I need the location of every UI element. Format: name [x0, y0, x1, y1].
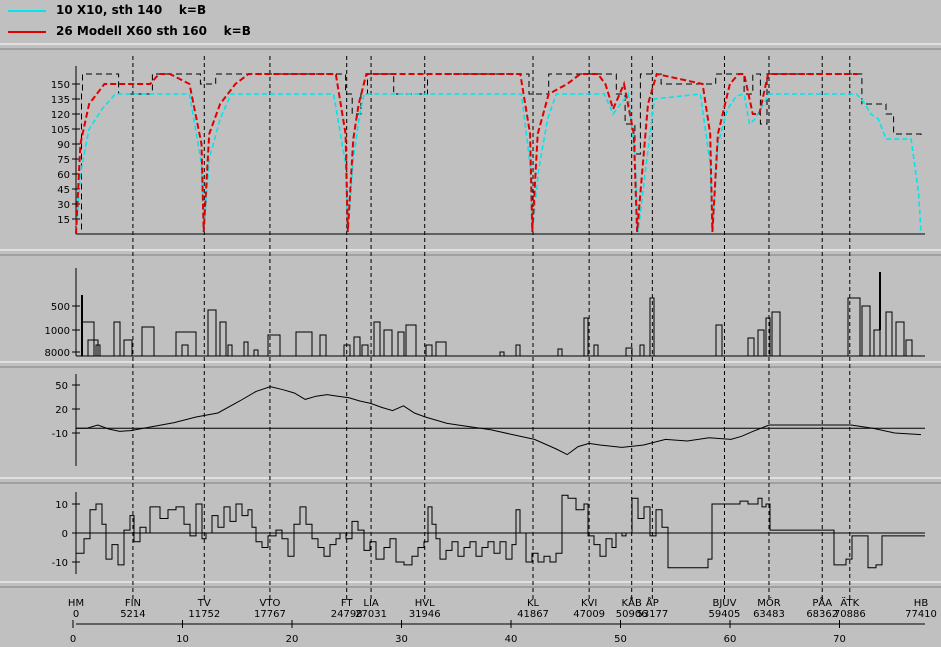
- station-km-LIA: 27031: [355, 609, 387, 620]
- station-km-BJUV: 59405: [709, 609, 741, 620]
- radius-bar: [181, 344, 189, 357]
- station-code-KL: KL: [527, 598, 540, 609]
- radius-bar: [847, 297, 861, 357]
- radius-bar: [361, 344, 369, 357]
- radius-bar: [207, 309, 217, 357]
- station-code-KÅB: KÅB: [622, 596, 642, 609]
- speed-y-tick-label: 75: [57, 155, 70, 166]
- km-tick-label: 60: [724, 634, 737, 645]
- radius-bar: [227, 344, 233, 357]
- altitude-y-tick-label: 50: [55, 381, 68, 392]
- radius-bar: [771, 311, 781, 357]
- gradient-y-tick-label: 10: [55, 500, 68, 511]
- radius-bar: [499, 351, 505, 357]
- radius-bar: [123, 339, 133, 357]
- radius-bar: [715, 324, 723, 357]
- station-code-LIA: LIA: [363, 598, 379, 609]
- station-km-FIN: 5214: [120, 609, 145, 620]
- speed-y-tick-label: 15: [57, 215, 70, 226]
- station-km-VTO: 17767: [254, 609, 286, 620]
- station-km-MÖR: 63483: [753, 609, 785, 620]
- station-code-KVI: KVI: [581, 598, 597, 609]
- radius-bar: [557, 348, 563, 357]
- radius-bar: [747, 337, 755, 357]
- station-code-HB: HB: [914, 598, 929, 609]
- km-tick-label: 50: [614, 634, 627, 645]
- speed-y-tick-label: 135: [51, 95, 70, 106]
- station-km-HVL: 31946: [409, 609, 441, 620]
- train-run-chart: 153045607590105120135150500100080005020-…: [0, 43, 941, 645]
- station-km-HB: 77410: [905, 609, 937, 620]
- radius-bar: [373, 321, 381, 357]
- radius-bar: [175, 331, 197, 357]
- station-code-TV: TV: [197, 598, 211, 609]
- station-code-ÅP: ÅP: [646, 596, 659, 609]
- speed-y-tick-label: 60: [57, 170, 70, 181]
- radius-y-tick-label: 500: [51, 302, 70, 313]
- gradient-profile-line: [75, 494, 925, 569]
- km-tick-label: 20: [286, 634, 299, 645]
- station-code-HM: HM: [68, 598, 84, 609]
- altitude-profile-line: [76, 386, 922, 456]
- station-km-ÄTK: 70886: [834, 609, 866, 620]
- radius-bar: [435, 341, 447, 357]
- radius-bar: [383, 329, 393, 357]
- radius-bar: [639, 344, 645, 357]
- radius-bar: [113, 321, 121, 357]
- speed-y-tick-label: 30: [57, 200, 70, 211]
- radius-bar: [253, 349, 259, 357]
- km-tick-label: 10: [176, 634, 189, 645]
- radius-bar: [405, 324, 417, 357]
- speed-series-x60: [75, 72, 858, 235]
- station-code-FT: FT: [341, 598, 354, 609]
- radius-y-tick-label: 1000: [45, 326, 70, 337]
- radius-bar: [885, 311, 893, 357]
- radius-bar: [583, 317, 589, 357]
- radius-bar: [141, 326, 155, 357]
- speed-y-tick-label: 120: [51, 110, 70, 121]
- km-tick-label: 0: [70, 634, 76, 645]
- radius-bar: [757, 329, 765, 357]
- station-code-FIN: FIN: [125, 598, 141, 609]
- station-code-PÅA: PÅA: [812, 596, 832, 609]
- station-km-KL: 41867: [517, 609, 549, 620]
- speed-y-tick-label: 105: [51, 125, 70, 136]
- radius-bar: [219, 321, 227, 357]
- speed-y-tick-label: 90: [57, 140, 70, 151]
- radius-bar: [243, 341, 249, 357]
- radius-bar: [625, 347, 633, 357]
- radius-bar: [515, 344, 521, 357]
- radius-bar: [425, 344, 433, 357]
- radius-bar: [319, 334, 327, 357]
- station-km-KVI: 47009: [573, 609, 605, 620]
- station-km-TV: 11752: [188, 609, 220, 620]
- speed-y-tick-label: 150: [51, 80, 70, 91]
- km-tick-label: 40: [505, 634, 518, 645]
- station-code-ÄTK: ÄTK: [840, 596, 859, 609]
- station-km-ÅP: 53177: [636, 609, 668, 620]
- altitude-y-tick-label: -10: [52, 429, 68, 440]
- radius-bar: [861, 305, 871, 357]
- radius-bar: [895, 321, 905, 357]
- radius-bar: [905, 339, 913, 357]
- station-code-HVL: HVL: [415, 598, 435, 609]
- radius-bar: [353, 336, 361, 357]
- radius-bar: [397, 331, 405, 357]
- altitude-y-tick-label: 20: [55, 405, 68, 416]
- station-km-HM: 0: [73, 609, 79, 620]
- radius-bar: [873, 329, 881, 357]
- radius-y-tick-label: 8000: [45, 348, 70, 359]
- radius-bar: [295, 331, 313, 357]
- radius-bar: [649, 297, 655, 357]
- km-tick-label: 30: [395, 634, 408, 645]
- gradient-y-tick-label: 0: [62, 529, 68, 540]
- speed-y-tick-label: 45: [57, 185, 70, 196]
- station-code-MÖR: MÖR: [757, 596, 780, 609]
- radius-bar: [593, 344, 599, 357]
- station-code-VTO: VTO: [260, 598, 281, 609]
- station-code-BJUV: BJUV: [712, 598, 736, 609]
- gradient-y-tick-label: -10: [52, 558, 68, 569]
- km-tick-label: 70: [833, 634, 846, 645]
